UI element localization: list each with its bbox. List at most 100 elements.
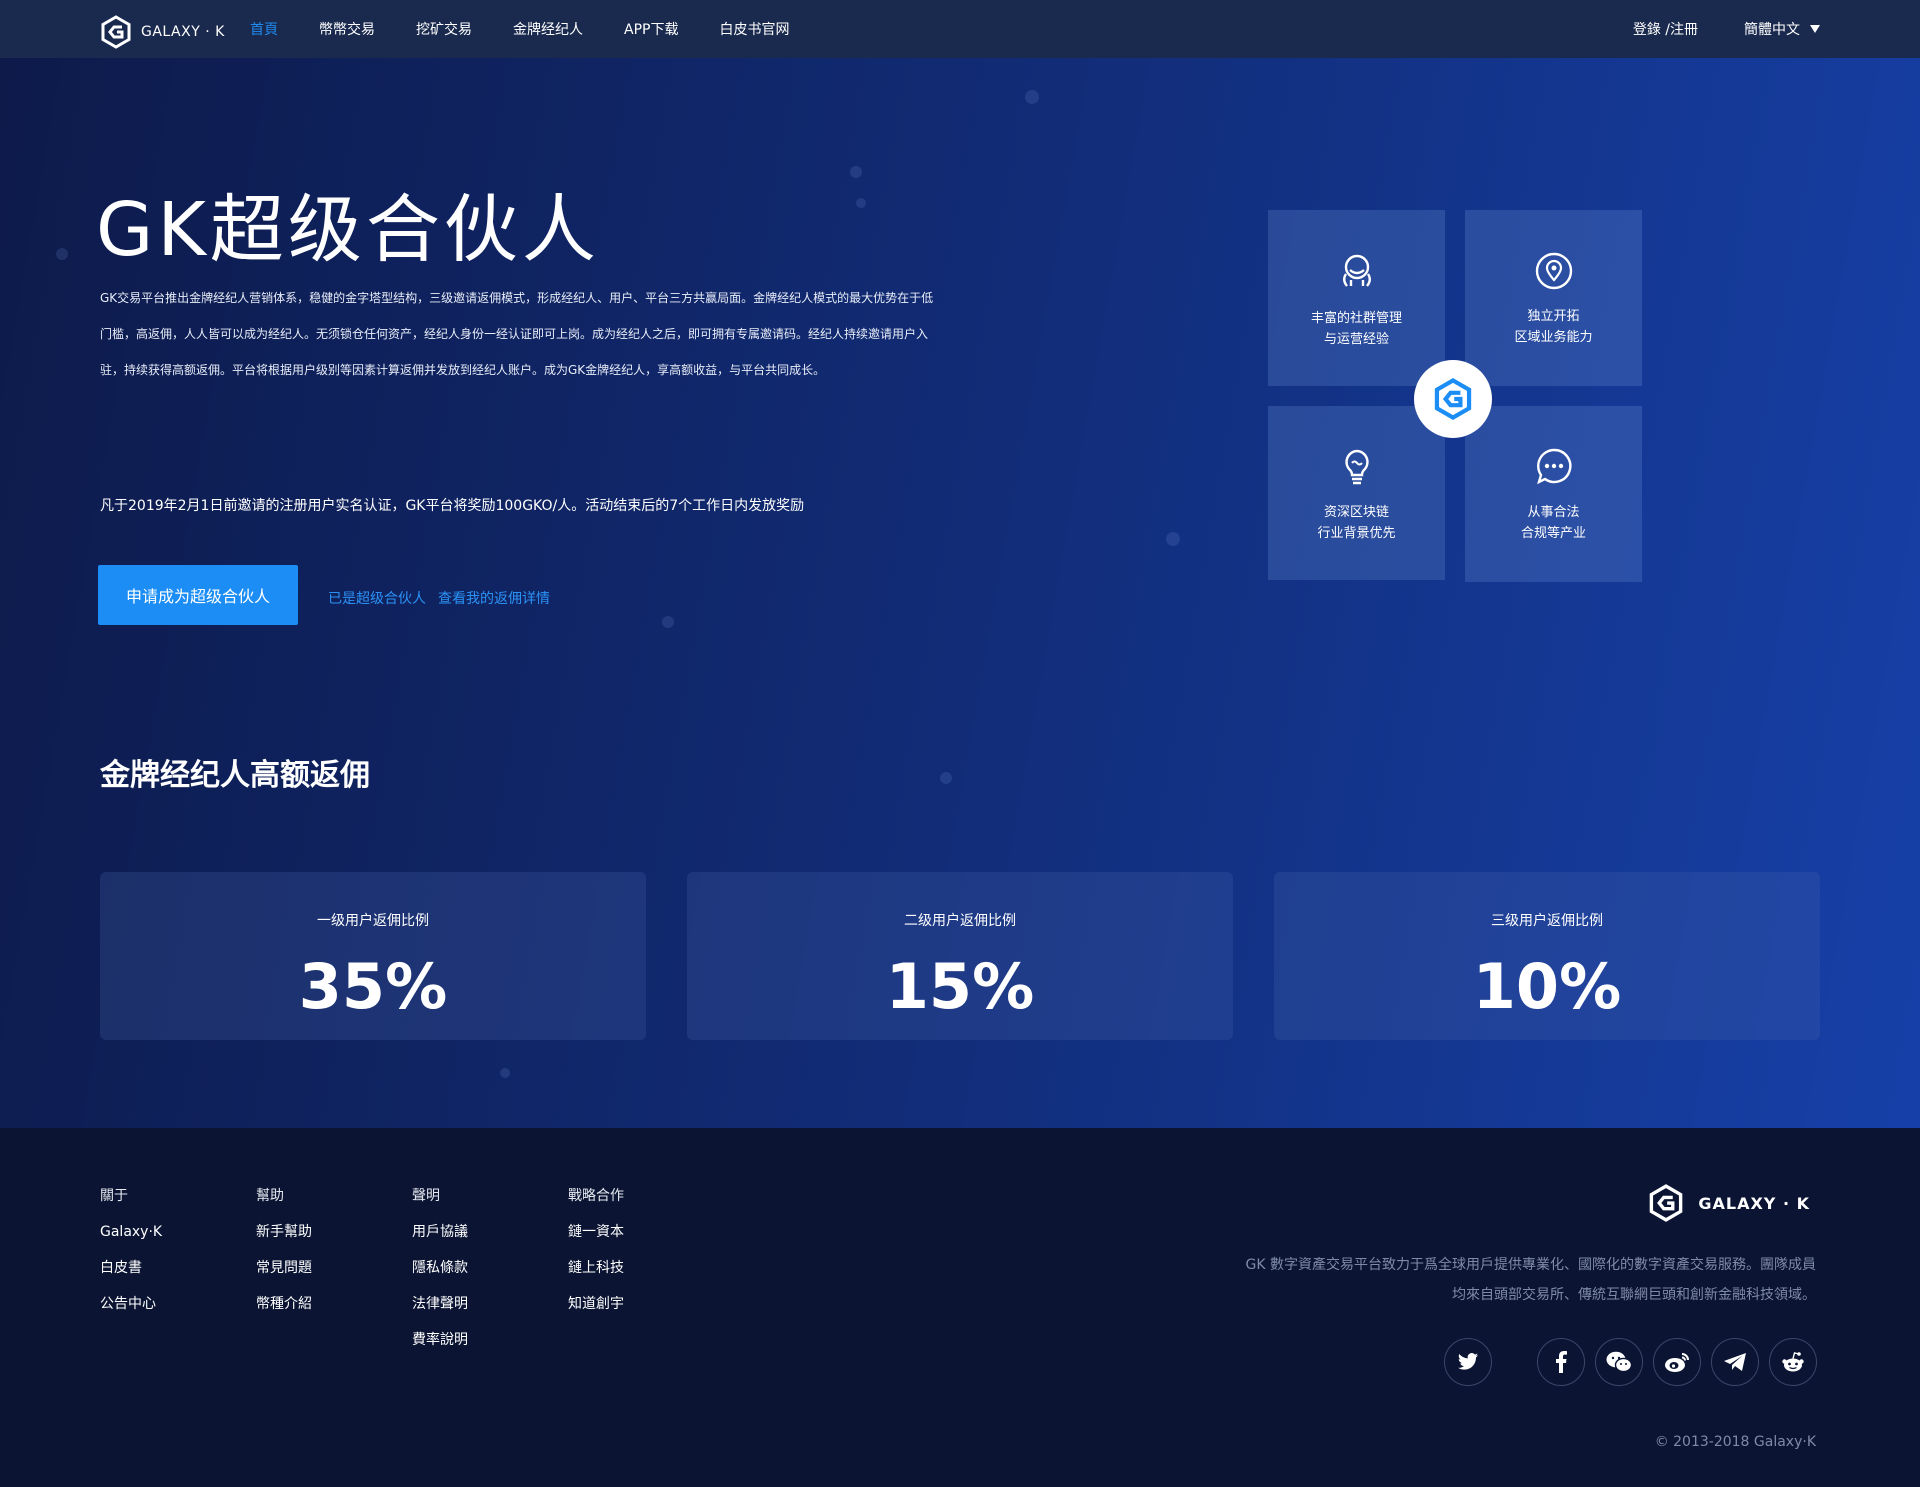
tile-line1: 资深区块链 <box>1323 505 1389 520</box>
top-nav: GALAXY · K 首頁 幣幣交易 挖矿交易 金牌经纪人 APP下载 白皮书官… <box>0 0 1920 58</box>
stat-label: 一级用户返佣比例 <box>317 913 429 929</box>
reddit-icon <box>1782 1352 1804 1372</box>
lightbulb-icon <box>1344 449 1369 485</box>
footer-column-head: 關于 <box>100 1188 128 1204</box>
footer-link[interactable]: 隱私條款 <box>412 1258 468 1294</box>
footer-link[interactable]: Galaxy·K <box>100 1222 162 1258</box>
footer-column-head: 戰略合作 <box>568 1188 624 1204</box>
facebook-icon <box>1556 1351 1567 1373</box>
nav-right: 登錄 /注冊 簡體中文 <box>1633 0 1820 58</box>
login-register-link[interactable]: 登錄 /注冊 <box>1633 19 1698 39</box>
facebook-button[interactable] <box>1537 1338 1585 1386</box>
footer-column-help: 幫助 新手幫助 常見問題 幣種介紹 <box>256 1186 312 1330</box>
commission-details-link[interactable]: 查看我的返佣详情 <box>438 588 550 608</box>
footer-link[interactable]: 知道創宇 <box>568 1294 624 1330</box>
already-partner-link[interactable]: 已是超级合伙人 <box>328 588 426 608</box>
footer-link[interactable]: 新手幫助 <box>256 1222 312 1258</box>
hero-note: 凡于2019年2月1日前邀请的注册用户实名认证，GK平台将奖励100GKO/人。… <box>100 498 805 514</box>
logo[interactable]: GALAXY · K <box>100 15 225 49</box>
tile-text: 从事合法 合规等产业 <box>1521 502 1586 544</box>
logo-text: GALAXY · K <box>141 24 225 40</box>
tile-line2: 区域业务能力 <box>1514 330 1593 345</box>
nav-link-whitepaper[interactable]: 白皮书官网 <box>719 19 789 39</box>
stat-value: 15% <box>885 950 1035 1023</box>
feature-tile-expansion: 独立开拓 区域业务能力 <box>1465 210 1642 386</box>
stat-value: 35% <box>298 950 448 1023</box>
footer-description: GK 數字資產交易平台致力于爲全球用戶提供專業化、國際化的數字資產交易服務。團隊… <box>1196 1250 1816 1310</box>
caret-down-icon <box>1810 25 1820 33</box>
telegram-button[interactable] <box>1711 1338 1759 1386</box>
stat-card-level-2: 二级用户返佣比例 15% <box>687 872 1233 1040</box>
language-select[interactable]: 簡體中文 <box>1744 19 1820 39</box>
tile-text: 独立开拓 区域业务能力 <box>1514 306 1592 348</box>
tile-line1: 独立开拓 <box>1527 309 1580 324</box>
footer-link[interactable]: 幣種介紹 <box>256 1294 312 1330</box>
nav-link-coin-trade[interactable]: 幣幣交易 <box>319 19 375 39</box>
tile-line1: 丰富的社群管理 <box>1310 311 1402 326</box>
galaxy-k-logo-icon <box>1434 378 1472 420</box>
stat-value: 10% <box>1472 950 1622 1023</box>
reddit-button[interactable] <box>1769 1338 1817 1386</box>
stat-label: 三级用户返佣比例 <box>1491 913 1603 929</box>
decor-dot <box>1166 532 1180 546</box>
footer: 關于 Galaxy·K 白皮書 公告中心 幫助 新手幫助 常見問題 幣種介紹 聲… <box>0 1128 1920 1487</box>
decor-dot <box>500 1068 510 1078</box>
decor-dot <box>662 616 674 628</box>
stat-card-level-1: 一级用户返佣比例 35% <box>100 872 646 1040</box>
chat-icon <box>1536 448 1572 485</box>
footer-link[interactable]: 用戶協議 <box>412 1222 468 1258</box>
hero-description: GK交易平台推出金牌经纪人营销体系，稳健的金字塔型结构，三级邀请返佣模式，形成经… <box>100 291 934 377</box>
wechat-icon <box>1606 1351 1632 1373</box>
tile-text: 丰富的社群管理 与运营经验 <box>1311 308 1402 350</box>
tile-line2: 与运营经验 <box>1323 332 1389 347</box>
nav-link-app-download[interactable]: APP下载 <box>624 19 678 39</box>
hero-section: GK超级合伙人 GK交易平台推出金牌经纪人营销体系，稳健的金字塔型结构，三级邀请… <box>0 58 1920 1128</box>
feature-tile-blockchain: 资深区块链 行业背景优先 <box>1268 406 1445 580</box>
apply-partner-button[interactable]: 申请成为超级合伙人 <box>98 565 298 625</box>
footer-column-head: 幫助 <box>256 1188 284 1204</box>
tile-text: 资深区块链 行业背景优先 <box>1317 502 1395 544</box>
footer-link[interactable]: 費率說明 <box>412 1330 468 1366</box>
decor-dot <box>1025 90 1039 104</box>
footer-link[interactable]: 公告中心 <box>100 1294 162 1330</box>
footer-desc-line: GK 數字資產交易平台致力于爲全球用戶提供專業化、國際化的數字資產交易服務。團隊… <box>1245 1257 1816 1273</box>
twitter-icon <box>1457 1353 1479 1370</box>
wechat-button[interactable] <box>1595 1338 1643 1386</box>
footer-link[interactable]: 常見問題 <box>256 1258 312 1294</box>
footer-column-about: 關于 Galaxy·K 白皮書 公告中心 <box>100 1186 162 1330</box>
footer-link[interactable]: 法律聲明 <box>412 1294 468 1330</box>
weibo-icon <box>1665 1353 1689 1372</box>
stat-label: 二级用户返佣比例 <box>904 913 1016 929</box>
nav-links: 首頁 幣幣交易 挖矿交易 金牌经纪人 APP下载 白皮书官网 <box>250 0 830 58</box>
copyright: © 2013-2018 Galaxy·K <box>1654 1434 1816 1450</box>
decor-dot <box>850 166 862 178</box>
hero-links: 已是超级合伙人 查看我的返佣详情 <box>328 588 550 608</box>
feature-tile-compliance: 从事合法 合规等产业 <box>1465 406 1642 582</box>
center-logo-badge <box>1414 360 1492 438</box>
feature-tile-community: 丰富的社群管理 与运营经验 <box>1268 210 1445 386</box>
footer-link[interactable]: 鏈一資本 <box>568 1222 624 1258</box>
footer-column-statement: 聲明 用戶協議 隱私條款 法律聲明 費率說明 <box>412 1186 468 1366</box>
nav-link-home[interactable]: 首頁 <box>250 19 278 39</box>
tile-line2: 行业背景优先 <box>1317 526 1396 541</box>
language-label: 簡體中文 <box>1744 22 1800 38</box>
footer-link[interactable]: 鏈上科技 <box>568 1258 624 1294</box>
community-icon <box>1342 254 1371 287</box>
footer-column-partners: 戰略合作 鏈一資本 鏈上科技 知道創宇 <box>568 1186 624 1330</box>
weibo-button[interactable] <box>1653 1338 1701 1386</box>
nav-link-broker[interactable]: 金牌经纪人 <box>513 19 583 39</box>
section-title: 金牌经纪人高额返佣 <box>100 758 370 793</box>
twitter-button[interactable] <box>1444 1338 1492 1386</box>
footer-desc-line: 均來自頭部交易所、傳統互聯網巨頭和創新金融科技領域。 <box>1452 1287 1816 1303</box>
telegram-icon <box>1724 1353 1746 1371</box>
nav-link-mining-trade[interactable]: 挖矿交易 <box>416 19 472 39</box>
tile-line1: 从事合法 <box>1527 505 1580 520</box>
decor-dot <box>56 248 68 260</box>
decor-dot <box>856 198 866 208</box>
footer-logo: GALAXY · K <box>1648 1183 1810 1223</box>
footer-link[interactable]: 白皮書 <box>100 1258 162 1294</box>
hero-title: GK超级合伙人 <box>96 187 600 273</box>
location-icon <box>1535 252 1572 290</box>
galaxy-k-logo-icon <box>1650 1184 1683 1222</box>
footer-column-head: 聲明 <box>412 1188 440 1204</box>
